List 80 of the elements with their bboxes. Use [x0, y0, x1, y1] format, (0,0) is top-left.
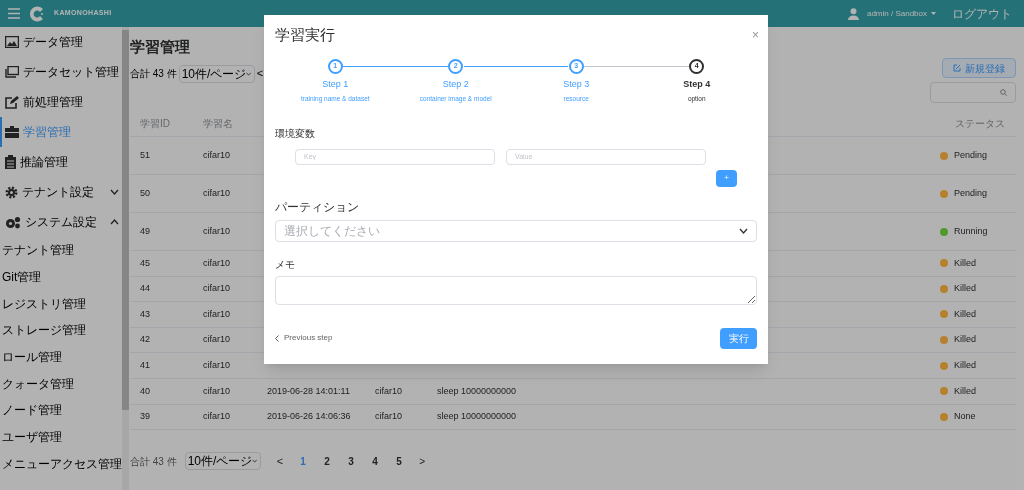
table-cell-text: cifar10 — [203, 358, 231, 372]
table-cell-text: cifar10 — [203, 186, 231, 200]
chevron-icon — [252, 458, 258, 465]
clipboard-icon — [5, 155, 16, 169]
chevron-left-icon — [275, 334, 279, 342]
menu-icon[interactable] — [8, 8, 20, 19]
table-cell-text: 50 — [140, 186, 151, 200]
table-cell-text: cifar10 — [203, 148, 231, 162]
table-cell-text: 41 — [140, 358, 151, 372]
prev-page-button[interactable]: < — [256, 65, 264, 82]
image-icon — [5, 36, 19, 48]
status-text: Pending — [954, 148, 988, 162]
page-size-select[interactable]: 10件/ページ — [184, 452, 261, 471]
total-count: 合計 43 件 — [130, 67, 177, 81]
field-label: 環境変数 — [275, 126, 316, 141]
page-size-select[interactable]: 10件/ページ — [178, 64, 255, 83]
edit-icon — [5, 95, 19, 109]
logo-icon — [28, 4, 46, 23]
table-cell-text: cifar10 — [203, 410, 231, 424]
status-text: Killed — [954, 333, 976, 347]
previous-step-button[interactable]: Previous step — [275, 332, 333, 345]
next-page-button[interactable]: > — [419, 453, 425, 469]
step-title: Step 2 — [442, 77, 469, 91]
table-cell-text: 42 — [140, 333, 151, 347]
table-cell-text: cifar10 — [203, 333, 231, 347]
user-icon — [847, 7, 859, 20]
table-cell-text: cifar10 — [375, 384, 403, 398]
column-header: 学習名 — [203, 117, 234, 131]
table-cell-text: 49 — [140, 224, 151, 238]
scrollbar[interactable] — [122, 27, 129, 490]
step-title: Step 4 — [683, 77, 711, 91]
table-cell-text: cifar10 — [203, 307, 231, 321]
table-cell-text: cifar10 — [203, 384, 231, 398]
table-cell-text: 2019-06-28 14:01:11 — [267, 384, 351, 398]
prev-page-button[interactable]: < — [276, 452, 284, 470]
status-text: Killed — [954, 358, 976, 372]
status-text: Killed — [954, 282, 976, 296]
page-button[interactable]: 5 — [391, 453, 408, 469]
search-icon — [1000, 89, 1007, 96]
search-field[interactable] — [930, 82, 1016, 103]
page-button[interactable]: 2 — [319, 453, 336, 469]
table-cell-text: cifar10 — [203, 282, 231, 296]
chevron-icon — [246, 70, 252, 77]
total-count: 合計 43 件 — [130, 454, 177, 469]
table-cell-text: cifar10 — [375, 410, 403, 424]
status-text: Pending — [954, 186, 988, 200]
table-cell-text: cifar10 — [203, 224, 231, 238]
status-text: Killed — [954, 307, 976, 321]
status-text: Killed — [954, 384, 976, 398]
column-header: 学習ID — [140, 117, 171, 131]
briefcase-icon — [5, 126, 19, 138]
images-icon — [5, 66, 19, 78]
table-cell-text: 40 — [140, 384, 151, 398]
caret-icon — [931, 12, 936, 15]
field-label: パーティション — [275, 198, 360, 216]
status-text: Killed — [954, 256, 976, 270]
table-cell-text: 2019-06-26 14:06:36 — [267, 410, 352, 424]
page-button[interactable]: 4 — [367, 453, 384, 469]
page-button[interactable]: 3 — [343, 453, 360, 469]
memo-field[interactable] — [275, 275, 757, 305]
gears-icon — [5, 215, 21, 229]
dialog-title: 学習実行 — [275, 25, 335, 45]
table-cell-text: 45 — [140, 256, 151, 270]
table-cell-text: sleep 10000000000 — [437, 410, 518, 424]
edit-icon — [953, 64, 961, 72]
field-label: メモ — [275, 257, 296, 272]
table-cell-text: sleep 10000000000 — [437, 384, 518, 398]
gear-icon — [5, 185, 18, 199]
chevron-icon — [739, 227, 748, 234]
table-cell-text: 51 — [140, 148, 151, 162]
page-title: 学習管理 — [130, 37, 191, 57]
status-text: None — [954, 410, 976, 424]
step-title: Step 3 — [563, 77, 590, 91]
table-cell-text: 39 — [140, 410, 151, 424]
table-cell-text: 43 — [140, 307, 151, 321]
table-cell-text: cifar10 — [203, 256, 231, 270]
table-cell-text: 44 — [140, 282, 151, 296]
step-title: Step 1 — [322, 77, 349, 91]
status-text: Running — [954, 224, 988, 238]
column-header: ステータス — [954, 117, 1006, 131]
